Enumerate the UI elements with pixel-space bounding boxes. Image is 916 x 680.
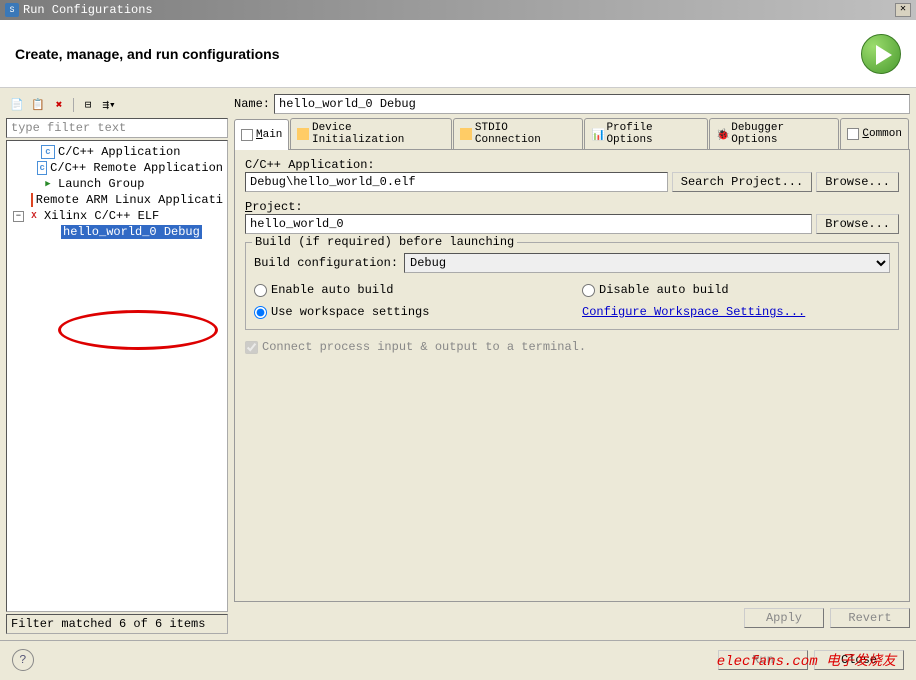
app-path-input[interactable] [245, 172, 668, 192]
tree-item[interactable]: c C/C++ Remote Application [9, 160, 225, 176]
tab-label: Main [256, 129, 282, 141]
radio-use-workspace[interactable]: Use workspace settings [254, 305, 562, 319]
search-project-button[interactable]: Search Project... [672, 172, 812, 192]
sdk-icon: S [5, 3, 19, 17]
filter-icon[interactable]: ⇶▾ [100, 96, 118, 114]
radio-enable-auto[interactable]: Enable auto build [254, 283, 562, 297]
stdio-icon [460, 128, 472, 140]
common-icon [847, 128, 859, 140]
footer: ? Run Close [0, 640, 916, 679]
tab-common[interactable]: Common [840, 118, 909, 149]
launch-group-icon: ▶ [41, 177, 55, 191]
build-config-select[interactable]: Debug [404, 253, 890, 273]
tree-item[interactable]: − X Xilinx C/C++ ELF [9, 208, 225, 224]
browse-project-button[interactable]: Browse... [816, 214, 899, 234]
device-init-icon [297, 128, 309, 140]
config-tree: c C/C++ Application c C/C++ Remote Appli… [6, 140, 228, 612]
tab-content-main: C/C++ Application: Search Project... Bro… [234, 150, 910, 602]
tab-device-init[interactable]: Device Initialization [290, 118, 452, 149]
collapse-toggle-icon[interactable]: − [13, 211, 24, 222]
c-app-icon: c [41, 145, 55, 159]
apply-button[interactable]: Apply [744, 608, 824, 628]
delete-icon[interactable]: ✖ [50, 96, 68, 114]
filter-status: Filter matched 6 of 6 items [6, 614, 228, 634]
tree-label: C/C++ Remote Application [50, 161, 223, 175]
help-icon[interactable]: ? [12, 649, 34, 671]
name-label: Name: [234, 97, 270, 111]
header: Create, manage, and run configurations [0, 20, 916, 88]
duplicate-icon[interactable]: 📋 [29, 96, 47, 114]
tree-item-selected[interactable]: hello_world_0 Debug [9, 224, 225, 240]
build-config-label: Build configuration: [254, 256, 398, 270]
profile-icon: 📊 [591, 128, 603, 140]
close-icon[interactable]: ✕ [895, 3, 911, 17]
project-label: Project: [245, 200, 303, 214]
debugger-icon: 🐞 [716, 128, 728, 140]
tree-item[interactable]: Remote ARM Linux Applicati [9, 192, 225, 208]
configure-workspace-link[interactable]: Configure Workspace Settings... [582, 305, 890, 319]
project-input[interactable] [245, 214, 812, 234]
tab-bar: Main Device Initialization STDIO Connect… [234, 118, 910, 150]
collapse-icon[interactable]: ⊟ [79, 96, 97, 114]
tab-debugger[interactable]: 🐞 Debugger Options [709, 118, 839, 149]
page-title: Create, manage, and run configurations [15, 46, 280, 62]
remote-arm-icon [31, 193, 33, 207]
tree-item[interactable]: c C/C++ Application [9, 144, 225, 160]
new-config-icon[interactable]: 📄 [8, 96, 26, 114]
tree-label: hello_world_0 Debug [61, 225, 202, 239]
main-tab-icon [241, 129, 253, 141]
radio-disable-auto[interactable]: Disable auto build [582, 283, 890, 297]
window-title: Run Configurations [23, 3, 153, 17]
run-hero-icon [861, 34, 901, 74]
name-input[interactable] [274, 94, 910, 114]
tree-label: Remote ARM Linux Applicati [36, 193, 223, 207]
filter-input[interactable] [6, 118, 228, 138]
connect-terminal-input [245, 341, 258, 354]
revert-button[interactable]: Revert [830, 608, 910, 628]
titlebar: S Run Configurations ✕ [0, 0, 916, 20]
build-groupbox: Build (if required) before launching Bui… [245, 242, 899, 330]
sidebar: 📄 📋 ✖ ⊟ ⇶▾ c C/C++ Application c C/C++ R… [6, 94, 228, 634]
tree-label: Xilinx C/C++ ELF [44, 209, 159, 223]
tab-label: Debugger Options [731, 122, 832, 146]
c-app-icon: c [37, 161, 47, 175]
tab-label: Common [862, 128, 902, 140]
connect-terminal-checkbox: Connect process input & output to a term… [245, 340, 899, 354]
sidebar-toolbar: 📄 📋 ✖ ⊟ ⇶▾ [6, 94, 228, 116]
app-label: C/C++ Application: [245, 158, 375, 172]
browse-app-button[interactable]: Browse... [816, 172, 899, 192]
xilinx-icon: X [27, 209, 41, 223]
tab-stdio[interactable]: STDIO Connection [453, 118, 583, 149]
run-button[interactable]: Run [718, 650, 808, 670]
groupbox-title: Build (if required) before launching [252, 235, 517, 249]
tree-item[interactable]: ▶ Launch Group [9, 176, 225, 192]
tab-label: Profile Options [606, 122, 701, 146]
tree-label: Launch Group [58, 177, 144, 191]
tab-profile[interactable]: 📊 Profile Options [584, 118, 708, 149]
tab-main[interactable]: Main [234, 119, 289, 150]
close-button[interactable]: Close [814, 650, 904, 670]
tree-label: C/C++ Application [58, 145, 180, 159]
tab-label: STDIO Connection [475, 122, 577, 146]
separator [73, 98, 74, 112]
main-panel: Name: Main Device Initialization STDIO C… [234, 94, 910, 634]
tab-label: Device Initialization [312, 122, 445, 146]
